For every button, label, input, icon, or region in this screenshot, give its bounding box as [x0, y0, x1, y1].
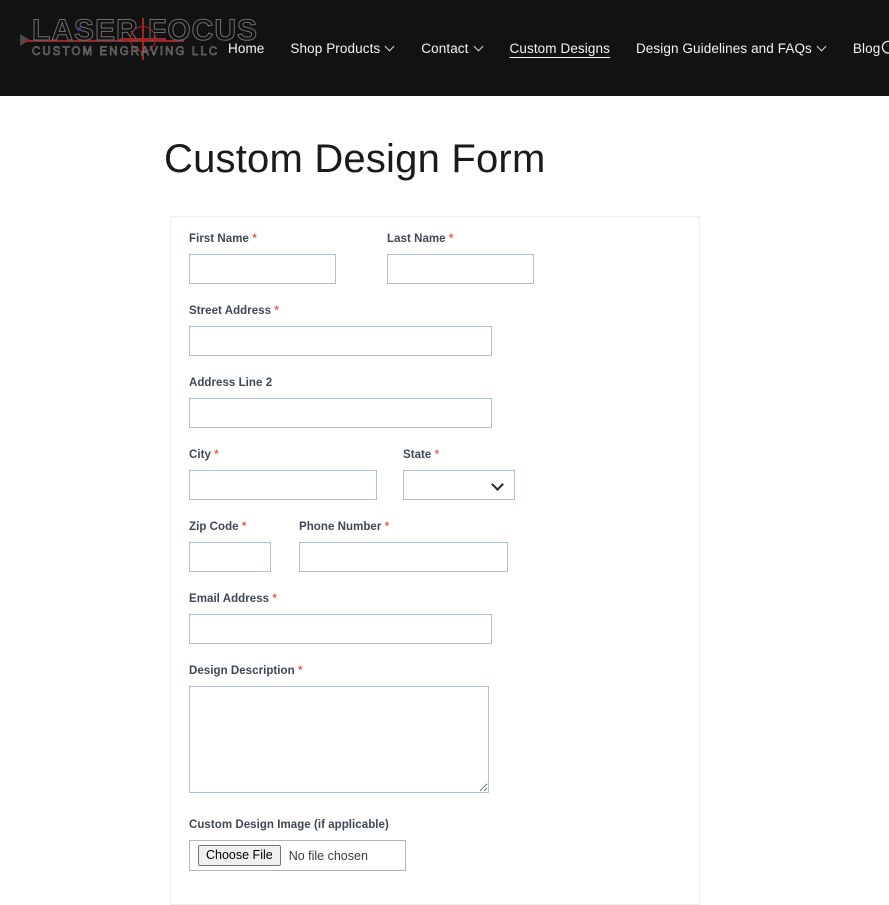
- city-input[interactable]: [189, 470, 377, 500]
- file-input-wrapper[interactable]: Choose File No file chosen: [189, 840, 406, 871]
- zip-phone-row: Zip Code * Phone Number *: [189, 521, 681, 572]
- street-address-label-text: Street Address: [189, 305, 271, 317]
- address-line-2-label: Address Line 2: [189, 377, 681, 389]
- required-marker: *: [298, 665, 303, 677]
- city-field: City *: [189, 449, 403, 500]
- design-description-label: Design Description *: [189, 665, 681, 677]
- required-marker: *: [252, 233, 257, 245]
- nav-item-custom-designs[interactable]: Custom Designs: [510, 41, 610, 56]
- nav-item-contact[interactable]: Contact: [421, 41, 483, 56]
- address-line-2-field: Address Line 2: [189, 377, 681, 428]
- street-address-label: Street Address *: [189, 305, 681, 317]
- design-description-label-text: Design Description: [189, 665, 295, 677]
- street-address-field: Street Address *: [189, 305, 681, 356]
- first-name-input[interactable]: [189, 254, 336, 284]
- nav-label: Shop Products: [290, 41, 380, 56]
- last-name-input[interactable]: [387, 254, 534, 284]
- state-label-text: State: [403, 449, 431, 461]
- city-state-row: City * State *: [189, 449, 681, 500]
- required-marker: *: [435, 449, 440, 461]
- zip-code-label-text: Zip Code: [189, 521, 239, 533]
- custom-design-image-label: Custom Design Image (if applicable): [189, 819, 681, 831]
- first-name-label-text: First Name: [189, 233, 249, 245]
- last-name-label-text: Last Name: [387, 233, 446, 245]
- header-actions: [880, 38, 889, 58]
- city-label: City *: [189, 449, 403, 461]
- email-address-label: Email Address *: [189, 593, 681, 605]
- choose-file-button[interactable]: Choose File: [198, 845, 281, 867]
- nav-label: Blog: [853, 41, 880, 56]
- required-marker: *: [385, 521, 390, 533]
- state-label: State *: [403, 449, 515, 461]
- state-select-wrapper: [403, 470, 515, 500]
- nav-item-shop-products[interactable]: Shop Products: [290, 41, 395, 56]
- chevron-down-icon: [818, 42, 827, 51]
- last-name-field: Last Name *: [387, 233, 559, 284]
- required-marker: *: [449, 233, 454, 245]
- city-label-text: City: [189, 449, 211, 461]
- required-marker: *: [274, 305, 279, 317]
- zip-code-label: Zip Code *: [189, 521, 299, 533]
- first-name-field: First Name *: [189, 233, 361, 284]
- required-marker: *: [214, 449, 219, 461]
- phone-number-field: Phone Number *: [299, 521, 508, 572]
- chevron-down-icon: [386, 42, 395, 51]
- phone-number-input[interactable]: [299, 542, 508, 572]
- email-address-label-text: Email Address: [189, 593, 269, 605]
- nav-label: Contact: [421, 41, 468, 56]
- state-select[interactable]: [403, 470, 515, 500]
- site-header: LASER FOCUS CUSTOM ENGRAVING LLC Home Sh…: [0, 0, 889, 96]
- file-status-text: No file chosen: [289, 849, 368, 863]
- nav-label: Design Guidelines and FAQs: [636, 41, 812, 56]
- site-logo[interactable]: LASER FOCUS CUSTOM ENGRAVING LLC: [20, 15, 198, 67]
- first-name-label: First Name *: [189, 233, 361, 245]
- nav-item-blog[interactable]: Blog: [853, 41, 880, 56]
- address-line-2-input[interactable]: [189, 398, 492, 428]
- zip-code-input[interactable]: [189, 542, 271, 572]
- page-content: Custom Design Form First Name * Last Nam…: [0, 137, 889, 905]
- required-marker: *: [272, 593, 277, 605]
- custom-design-image-field: Custom Design Image (if applicable) Choo…: [189, 819, 681, 871]
- email-address-field: Email Address *: [189, 593, 681, 644]
- street-address-input[interactable]: [189, 326, 492, 356]
- logo-tagline: CUSTOM ENGRAVING LLC: [32, 46, 219, 58]
- zip-code-field: Zip Code *: [189, 521, 299, 572]
- phone-number-label-text: Phone Number: [299, 521, 381, 533]
- required-marker: *: [242, 521, 247, 533]
- email-address-input[interactable]: [189, 614, 492, 644]
- main-navigation: Home Shop Products Contact Custom Design…: [228, 41, 880, 56]
- search-icon[interactable]: [880, 39, 889, 58]
- custom-design-form: First Name * Last Name * Street Address …: [170, 216, 700, 905]
- phone-number-label: Phone Number *: [299, 521, 508, 533]
- last-name-label: Last Name *: [387, 233, 559, 245]
- chevron-down-icon: [475, 42, 484, 51]
- state-field: State *: [403, 449, 515, 500]
- nav-item-design-guidelines-and-faqs[interactable]: Design Guidelines and FAQs: [636, 41, 827, 56]
- laser-dot: [77, 27, 81, 31]
- design-description-textarea[interactable]: [189, 686, 489, 793]
- page-title: Custom Design Form: [164, 137, 889, 181]
- nav-label: Custom Designs: [510, 41, 610, 56]
- design-description-field: Design Description *: [189, 665, 681, 793]
- name-row: First Name * Last Name *: [189, 233, 681, 284]
